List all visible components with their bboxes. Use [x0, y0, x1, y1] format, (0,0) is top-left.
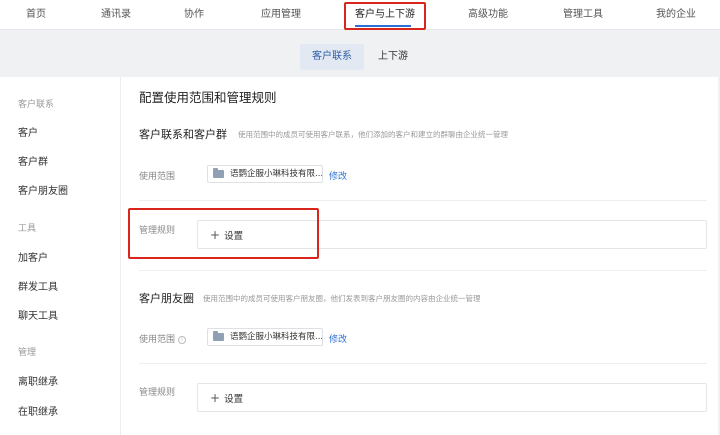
sidebar-item-mass-send[interactable]: 群发工具 — [18, 278, 58, 293]
sidebar-group-tools: 工具 — [18, 224, 37, 234]
sidebar-item-customer-moments[interactable]: 客户朋友圈 — [18, 182, 68, 197]
rule-settings-box: + 设置 — [197, 383, 707, 412]
plus-icon: + — [210, 391, 221, 405]
scope-value: 语鹦企服小琳科技有限... — [230, 332, 323, 342]
tab-upstream-downstream[interactable]: 上下游 — [366, 44, 420, 70]
sidebar-item-add-customer[interactable]: 加客户 — [18, 249, 48, 264]
sidebar-item-chat-tools[interactable]: 聊天工具 — [18, 307, 58, 322]
nav-my-enterprise[interactable]: 我的企业 — [656, 0, 696, 30]
folder-icon — [213, 168, 224, 178]
nav-advanced[interactable]: 高级功能 — [468, 0, 508, 30]
sidebar-group-management: 管理 — [18, 348, 37, 358]
tab-customer-contact[interactable]: 客户联系 — [300, 44, 364, 70]
scope-selector[interactable]: 语鹦企服小琳科技有限... — [207, 165, 323, 183]
divider — [139, 200, 707, 201]
page-title: 配置使用范围和管理规则 — [139, 90, 277, 105]
rule-label: 管理规则 — [139, 388, 176, 398]
scope-label: 使用范围 i — [139, 332, 187, 345]
sidebar-item-customer-groups[interactable]: 客户群 — [18, 153, 48, 168]
nav-contacts[interactable]: 通讯录 — [101, 0, 131, 30]
highlight-box-rule — [128, 208, 319, 259]
scope-label: 使用范围 — [139, 172, 176, 182]
folder-icon — [213, 331, 224, 341]
sidebar: 客户联系 客户 客户群 客户朋友圈 工具 加客户 群发工具 聊天工具 管理 离职… — [0, 77, 120, 435]
nav-app-management[interactable]: 应用管理 — [261, 0, 301, 30]
section-title-contacts-groups: 客户联系和客户群 — [139, 128, 227, 141]
nav-collaboration[interactable]: 协作 — [184, 0, 204, 30]
section-desc-moments: 使用范围中的成员可使用客户朋友圈，他们发表到客户朋友圈的内容由企业统一管理 — [203, 294, 481, 303]
section-title-moments: 客户朋友圈 — [139, 292, 194, 305]
scope-selector[interactable]: 语鹦企服小琳科技有限... — [207, 328, 323, 346]
info-icon[interactable]: i — [178, 335, 187, 344]
sub-tabs: 客户联系 上下游 — [0, 44, 720, 72]
add-rule-button[interactable]: + 设置 — [210, 391, 243, 405]
divider — [139, 363, 707, 364]
edit-scope-link[interactable]: 修改 — [329, 332, 347, 345]
nav-home[interactable]: 首页 — [26, 0, 46, 30]
edit-scope-link[interactable]: 修改 — [329, 169, 347, 182]
sidebar-item-onjob-transfer[interactable]: 在职继承 — [18, 403, 58, 418]
section-desc-contacts-groups: 使用范围中的成员可使用客户联系，他们添加的客户和建立的群聊由企业统一管理 — [238, 130, 508, 139]
scope-value: 语鹦企服小琳科技有限... — [230, 169, 323, 179]
divider — [139, 270, 707, 271]
sidebar-item-resigned-transfer[interactable]: 离职继承 — [18, 373, 58, 388]
highlight-box-nav — [344, 2, 426, 30]
nav-management-tools[interactable]: 管理工具 — [563, 0, 603, 30]
sidebar-group-customer-contact: 客户联系 — [18, 100, 55, 110]
sidebar-item-customers[interactable]: 客户 — [18, 124, 38, 139]
